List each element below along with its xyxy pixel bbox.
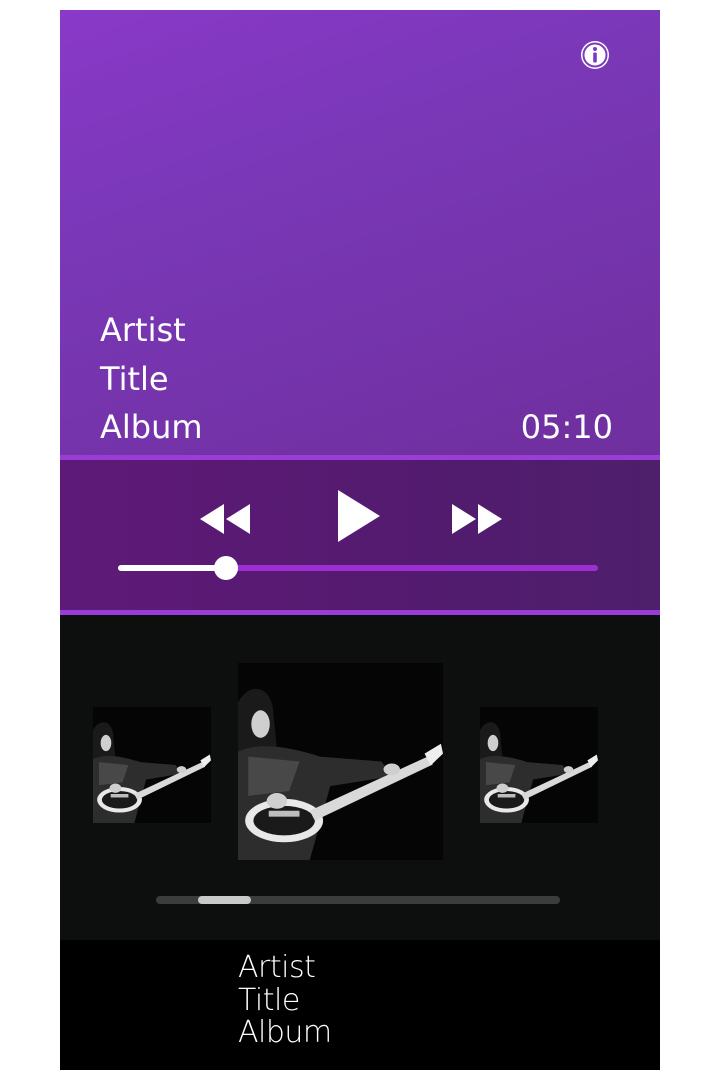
play-icon [338, 490, 380, 542]
fast-forward-button[interactable] [450, 502, 504, 536]
info-icon[interactable] [580, 40, 610, 70]
guitarist-photo [480, 707, 598, 823]
now-playing-hero: Artist Title Album 05:10 [60, 10, 660, 455]
album-carousel [60, 615, 660, 940]
bottom-artist: Artist [238, 950, 316, 985]
rewind-button[interactable] [198, 502, 252, 536]
seek-bar-thumb[interactable] [214, 556, 238, 580]
album-cover-current[interactable] [238, 663, 443, 860]
play-button[interactable] [334, 488, 382, 544]
album-cover-previous[interactable] [93, 707, 211, 823]
music-player-screen: Artist Title Album 05:10 Artist Title Al… [60, 10, 660, 1070]
playback-controls [60, 455, 660, 615]
track-duration: 05:10 [520, 408, 613, 446]
carousel-scroll-thumb[interactable] [198, 896, 251, 904]
now-playing-artist: Artist [100, 311, 186, 349]
bottom-album: Album [238, 1015, 332, 1050]
seek-bar-progress [118, 565, 226, 571]
bottom-track-info: Artist Title Album [60, 940, 660, 1070]
seek-bar[interactable] [118, 556, 598, 580]
now-playing-album: Album [100, 408, 203, 446]
carousel-scrollbar[interactable] [156, 896, 560, 904]
bottom-title: Title [238, 983, 300, 1018]
fast-forward-icon [452, 504, 502, 534]
guitarist-photo [238, 663, 443, 860]
album-cover-next[interactable] [480, 707, 598, 823]
guitarist-photo [93, 707, 211, 823]
now-playing-title: Title [100, 360, 169, 398]
rewind-icon [200, 504, 250, 534]
